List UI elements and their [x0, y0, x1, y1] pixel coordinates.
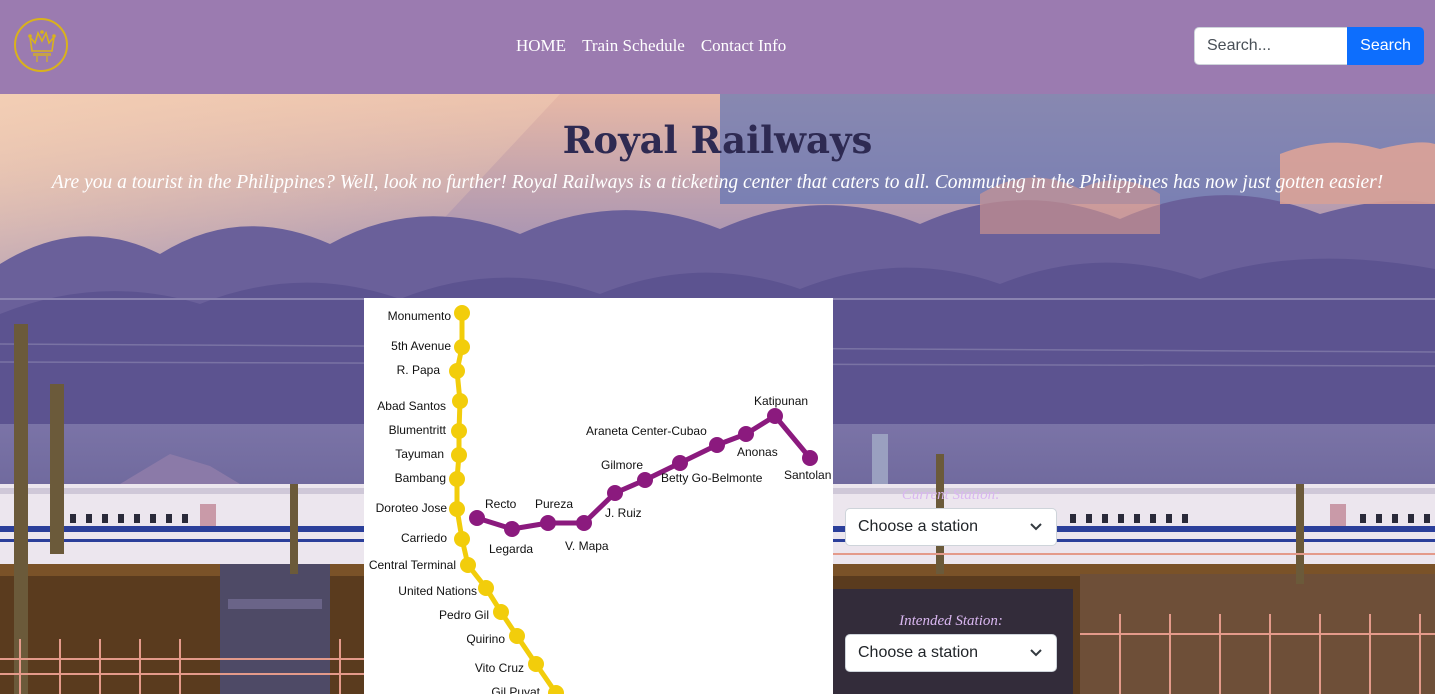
station-label-v-mapa: V. Mapa	[565, 539, 609, 553]
station-dot-v-mapa[interactable]	[576, 515, 592, 531]
station-label-5th-avenue: 5th Avenue	[391, 339, 451, 353]
chevron-down-icon	[1030, 649, 1042, 657]
station-label-united-nations: United Nations	[398, 584, 477, 598]
station-dot-legarda[interactable]	[504, 521, 520, 537]
station-label-vito-cruz: Vito Cruz	[475, 661, 524, 675]
station-dot-recto[interactable]	[469, 510, 485, 526]
station-label-gil-puyat: Gil Puyat	[491, 685, 540, 694]
current-station-select[interactable]: Choose a station	[845, 508, 1057, 546]
map-svg: Monumento 5th Avenue R. Papa Abad Santos Blu…	[369, 305, 831, 694]
search-input[interactable]	[1194, 27, 1347, 65]
station-dot-quirino[interactable]	[509, 628, 525, 644]
intended-station-value: Choose a station	[858, 644, 979, 661]
search-button[interactable]: Search	[1347, 27, 1424, 65]
station-dot-blumentritt[interactable]	[451, 423, 467, 439]
station-dot-carriedo[interactable]	[454, 531, 470, 547]
station-label-tayuman: Tayuman	[395, 447, 444, 461]
station-dot-katipunan[interactable]	[767, 408, 783, 424]
nav-link-home[interactable]: HOME	[516, 36, 566, 56]
station-label-pedro-gil: Pedro Gil	[439, 608, 489, 622]
station-label-betty-go-belmonte: Betty Go-Belmonte	[661, 471, 763, 485]
station-label-legarda: Legarda	[489, 542, 533, 556]
intended-station-label: Intended Station:	[899, 613, 1003, 629]
station-label-araneta-center-cubao: Araneta Center-Cubao	[586, 424, 707, 438]
nav-link-train-schedule[interactable]: Train Schedule	[582, 36, 685, 56]
station-dot-santolan[interactable]	[802, 450, 818, 466]
station-dot-monumento[interactable]	[454, 305, 470, 321]
current-station-value: Choose a station	[858, 518, 979, 535]
crown-logo[interactable]	[14, 18, 68, 72]
station-dot-anonas[interactable]	[738, 426, 754, 442]
station-dot-united-nations[interactable]	[478, 580, 494, 596]
station-label-central-terminal: Central Terminal	[369, 558, 456, 572]
station-label-abad-santos: Abad Santos	[377, 399, 446, 413]
station-dot-betty-go-belmonte[interactable]	[672, 455, 688, 471]
station-label-gilmore: Gilmore	[601, 458, 643, 472]
hero-tagline: Are you a tourist in the Philippines? We…	[51, 172, 1384, 193]
chevron-down-icon	[1030, 523, 1042, 531]
purple-line: Recto Legarda Pureza V. Mapa J. Ruiz Gilmore B…	[469, 394, 831, 556]
crown-icon	[28, 30, 56, 62]
station-label-monumento: Monumento	[388, 309, 452, 323]
station-dot-doroteo-jose[interactable]	[449, 501, 465, 517]
station-label-pureza: Pureza	[535, 497, 573, 511]
station-dot-gilmore[interactable]	[637, 472, 653, 488]
station-label-recto: Recto	[485, 497, 517, 511]
train-line-map: Monumento 5th Avenue R. Papa Abad Santos Blu…	[364, 298, 833, 694]
station-dot-bambang[interactable]	[449, 471, 465, 487]
station-dot-tayuman[interactable]	[451, 447, 467, 463]
station-label-santolan: Santolan	[784, 468, 831, 482]
nav-links: HOME Train Schedule Contact Info	[516, 36, 786, 56]
nav-link-contact-info[interactable]: Contact Info	[701, 36, 786, 56]
current-station-label: Current Station:	[901, 487, 1001, 503]
intended-station-select[interactable]: Choose a station	[845, 634, 1057, 672]
station-label-bambang: Bambang	[395, 471, 446, 485]
page-title: Royal Railways	[562, 118, 873, 162]
station-label-carriedo: Carriedo	[401, 531, 447, 545]
station-dot-central-terminal[interactable]	[460, 557, 476, 573]
station-label-katipunan: Katipunan	[754, 394, 808, 408]
station-dot-abad-santos[interactable]	[452, 393, 468, 409]
station-label-blumentritt: Blumentritt	[389, 423, 447, 437]
station-label-doroteo-jose: Doroteo Jose	[376, 501, 448, 515]
station-dot-pureza[interactable]	[540, 515, 556, 531]
station-label-r-papa: R. Papa	[397, 363, 441, 377]
station-dot-vito-cruz[interactable]	[528, 656, 544, 672]
station-dot-pedro-gil[interactable]	[493, 604, 509, 620]
station-dot-j-ruiz[interactable]	[607, 485, 623, 501]
station-label-j-ruiz: J. Ruiz	[605, 506, 642, 520]
station-dot-5th-avenue[interactable]	[454, 339, 470, 355]
station-label-quirino: Quirino	[466, 632, 505, 646]
station-label-anonas: Anonas	[737, 445, 778, 459]
station-dot-araneta-center-cubao[interactable]	[709, 437, 725, 453]
station-dot-r-papa[interactable]	[449, 363, 465, 379]
navbar: HOME Train Schedule Contact Info Search	[0, 0, 1435, 94]
